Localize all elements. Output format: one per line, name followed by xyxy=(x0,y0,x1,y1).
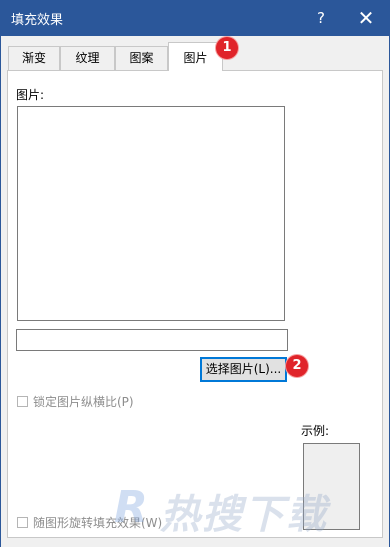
step-badge-1: 1 xyxy=(216,37,238,59)
tab-picture[interactable]: 图片 xyxy=(168,42,223,71)
sample-label: 示例: xyxy=(301,424,330,438)
select-picture-button[interactable]: 选择图片(L)... xyxy=(200,357,287,382)
tab-gradient[interactable]: 渐变 xyxy=(8,46,60,70)
watermark-logo-mark: R xyxy=(114,482,148,533)
title-bar: 填充效果 ? ✕ xyxy=(0,0,390,36)
tab-texture[interactable]: 纹理 xyxy=(60,46,115,70)
window-title: 填充效果 xyxy=(11,13,64,28)
step-badge-2: 2 xyxy=(286,355,308,377)
lock-aspect-checkbox[interactable] xyxy=(17,396,28,407)
rotate-with-shape-checkbox[interactable] xyxy=(17,517,28,528)
window-border-left xyxy=(0,36,1,547)
close-button[interactable]: ✕ xyxy=(348,3,384,33)
picture-preview-box xyxy=(17,106,285,321)
tab-pattern[interactable]: 图案 xyxy=(115,46,168,70)
lock-aspect-label: 锁定图片纵横比(P) xyxy=(33,395,134,409)
picture-label: 图片: xyxy=(16,88,45,102)
help-button[interactable]: ? xyxy=(306,3,336,33)
watermark-logo: 热搜下载 xyxy=(160,492,328,538)
picture-filename-field[interactable] xyxy=(16,329,288,351)
